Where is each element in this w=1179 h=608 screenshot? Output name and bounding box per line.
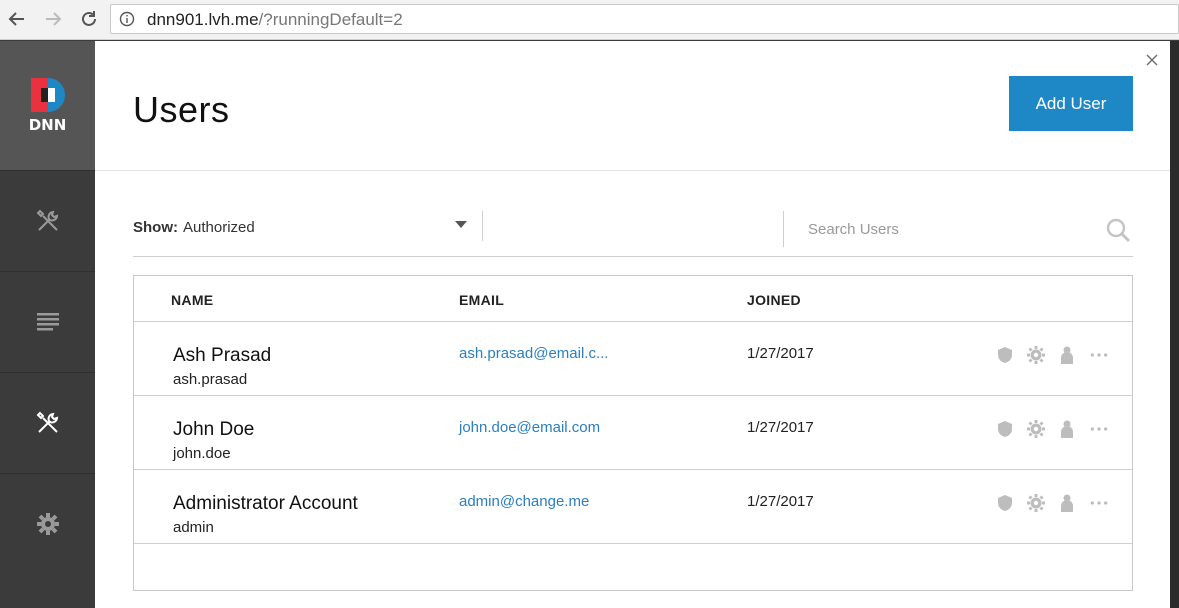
gear-icon	[1027, 420, 1045, 438]
divider	[482, 211, 483, 241]
ellipsis-icon	[1090, 427, 1108, 431]
more-actions-button[interactable]	[1087, 492, 1111, 514]
address-bar[interactable]: dnn901.lvh.me/?runningDefault=2	[110, 4, 1179, 34]
shield-icon	[998, 347, 1012, 363]
user-profile-button[interactable]	[1056, 492, 1078, 514]
reload-icon	[82, 11, 96, 26]
sidebar-item-settings[interactable]	[0, 473, 95, 574]
roles-button[interactable]	[994, 344, 1016, 366]
url-host: dnn901.lvh.me	[147, 10, 259, 29]
sidebar-item-users[interactable]	[0, 372, 95, 473]
user-display-name: Administrator Account	[173, 493, 358, 514]
user-display-name: John Doe	[173, 419, 255, 440]
page-title: Users	[133, 89, 230, 130]
table-header: NAME EMAIL JOINED	[134, 276, 1132, 322]
arrow-right-icon	[46, 12, 62, 26]
arrow-left-icon	[8, 12, 24, 26]
table-row[interactable]: Ash Prasad ash.prasad ash.prasad@email.c…	[134, 322, 1132, 396]
close-icon[interactable]	[1145, 53, 1159, 67]
user-email-link[interactable]: admin@change.me	[459, 493, 589, 510]
forward-button[interactable]	[42, 8, 64, 30]
user-profile-button[interactable]	[1056, 418, 1078, 440]
search-input[interactable]	[808, 221, 1088, 238]
address-url: dnn901.lvh.me/?runningDefault=2	[147, 10, 403, 30]
tools-icon	[36, 209, 58, 231]
column-header-joined: JOINED	[747, 292, 801, 308]
table-row[interactable]: Administrator Account admin admin@change…	[134, 470, 1132, 544]
user-username: admin	[173, 519, 214, 536]
back-button[interactable]	[6, 8, 28, 30]
user-settings-button[interactable]	[1025, 418, 1047, 440]
more-actions-button[interactable]	[1087, 418, 1111, 440]
user-username: john.doe	[173, 445, 231, 462]
roles-button[interactable]	[994, 418, 1016, 440]
row-actions	[994, 418, 1120, 440]
column-header-email: EMAIL	[459, 292, 505, 308]
gear-icon	[36, 513, 59, 535]
show-filter-select[interactable]: Authorized	[183, 219, 255, 236]
gear-icon	[1027, 494, 1045, 512]
roles-button[interactable]	[994, 492, 1016, 514]
sidebar-item-manage[interactable]	[0, 170, 95, 271]
sidebar-item-content[interactable]	[0, 271, 95, 372]
url-path: /?runningDefault=2	[258, 10, 403, 29]
divider	[783, 211, 784, 247]
user-joined-date: 1/27/2017	[747, 419, 814, 436]
users-table: NAME EMAIL JOINED Ash Prasad ash.prasad …	[133, 275, 1133, 591]
list-icon	[36, 313, 59, 331]
row-actions	[994, 492, 1120, 514]
reload-button[interactable]	[78, 8, 100, 30]
users-panel: Users Add User Show: Authorized NAME EMA…	[95, 41, 1170, 608]
dnn-logo-mark	[30, 77, 65, 112]
user-settings-button[interactable]	[1025, 492, 1047, 514]
user-email-link[interactable]: ash.prasad@email.c...	[459, 345, 608, 362]
chevron-down-icon[interactable]	[455, 221, 467, 229]
logo-text: DNN	[28, 115, 67, 134]
shield-icon	[998, 495, 1012, 511]
panel-header: Users Add User	[95, 41, 1170, 171]
filter-bar: Show: Authorized	[133, 207, 1133, 257]
info-icon[interactable]	[119, 11, 135, 27]
tools-icon	[36, 411, 58, 433]
user-joined-date: 1/27/2017	[747, 493, 814, 510]
row-actions	[994, 344, 1120, 366]
person-icon	[1061, 346, 1073, 364]
gear-icon	[1027, 346, 1045, 364]
table-row[interactable]: John Doe john.doe john.doe@email.com 1/2…	[134, 396, 1132, 470]
add-user-button[interactable]: Add User	[1009, 76, 1133, 131]
user-joined-date: 1/27/2017	[747, 345, 814, 362]
user-profile-button[interactable]	[1056, 344, 1078, 366]
person-icon	[1061, 420, 1073, 438]
ellipsis-icon	[1090, 353, 1108, 357]
more-actions-button[interactable]	[1087, 344, 1111, 366]
user-username: ash.prasad	[173, 371, 248, 388]
ellipsis-icon	[1090, 501, 1108, 505]
column-header-name: NAME	[171, 292, 214, 308]
browser-toolbar: dnn901.lvh.me/?runningDefault=2	[0, 0, 1179, 40]
show-label: Show:	[133, 219, 178, 236]
search-icon[interactable]	[1105, 217, 1131, 243]
user-display-name: Ash Prasad	[173, 345, 272, 366]
shield-icon	[998, 421, 1012, 437]
person-icon	[1061, 494, 1073, 512]
page-background-edge	[1170, 41, 1179, 608]
dnn-logo[interactable]: DNN	[0, 41, 95, 170]
persona-bar: DNN	[0, 41, 95, 608]
user-email-link[interactable]: john.doe@email.com	[459, 419, 600, 436]
user-settings-button[interactable]	[1025, 344, 1047, 366]
